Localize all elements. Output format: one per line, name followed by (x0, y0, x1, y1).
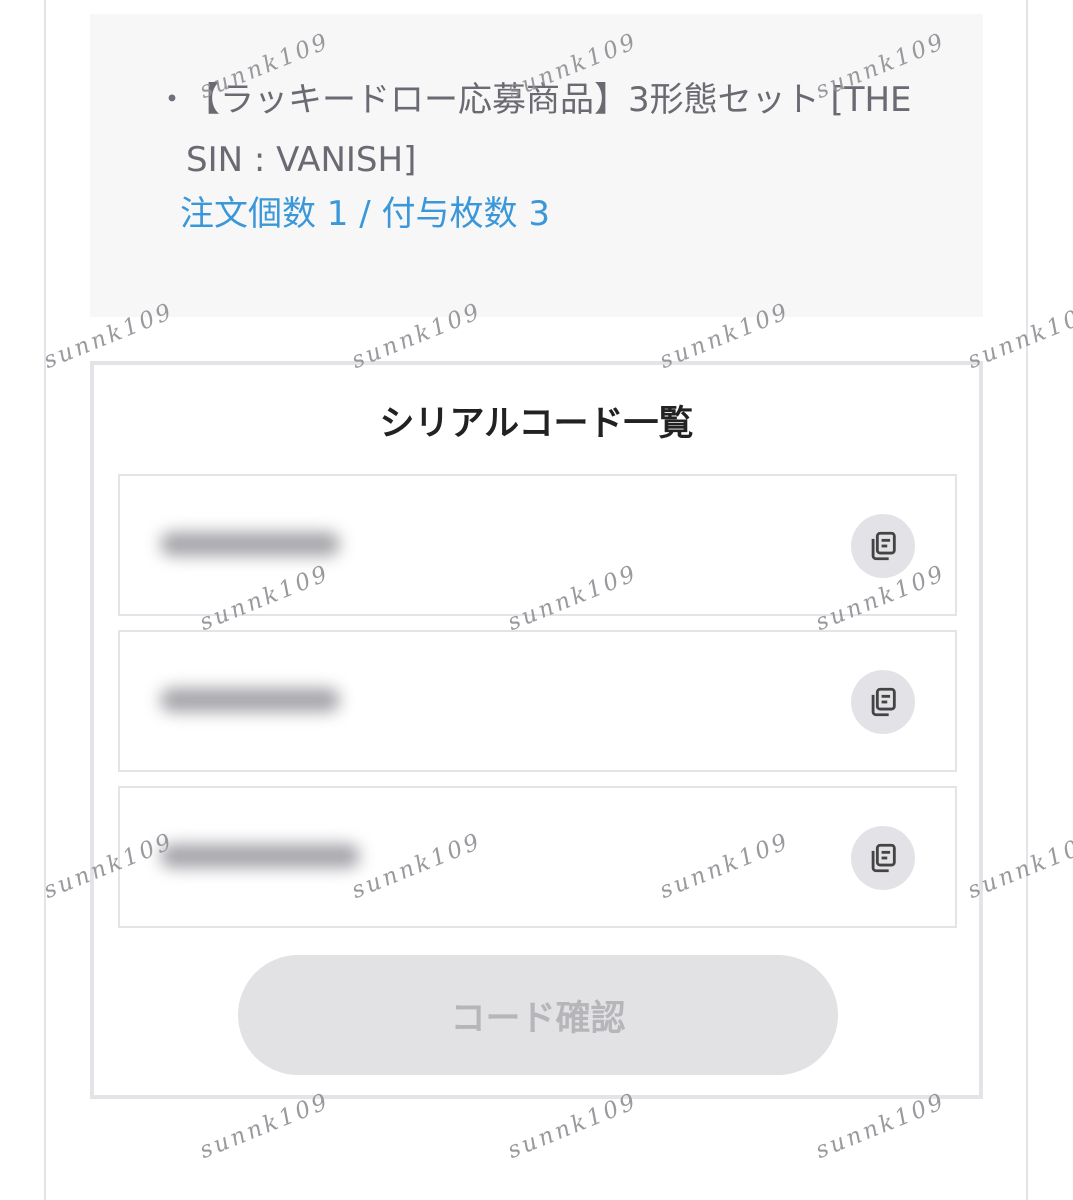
product-summary: ・ 【ラッキードロー応募商品】3形態セット [THE SIN : VANISH]… (90, 14, 983, 317)
copy-icon (871, 687, 896, 717)
serial-code-panel: シリアルコード一覧 コード確認 (90, 361, 983, 1099)
watermark: sunnk109 (196, 1088, 334, 1165)
serial-code-row (118, 786, 957, 928)
serial-code-value (160, 844, 360, 868)
product-name: 【ラッキードロー応募商品】3形態セット [THE SIN : VANISH] (186, 80, 912, 180)
order-info: 注文個数 1 / 付与枚数 3 (180, 194, 550, 234)
copy-icon (871, 843, 896, 873)
watermark: sunnk109 (504, 1088, 642, 1165)
code-confirm-button[interactable]: コード確認 (238, 955, 838, 1075)
copy-icon (871, 531, 896, 561)
left-divider (44, 0, 46, 1200)
serial-code-row (118, 474, 957, 616)
page: ・ 【ラッキードロー応募商品】3形態セット [THE SIN : VANISH]… (0, 0, 1073, 1200)
copy-button[interactable] (851, 826, 915, 890)
serial-code-row (118, 630, 957, 772)
copy-button[interactable] (851, 670, 915, 734)
watermark: sunnk109 (812, 1088, 950, 1165)
list-bullet: ・ (156, 80, 189, 118)
copy-button[interactable] (851, 514, 915, 578)
serial-code-value (160, 532, 340, 556)
right-divider (1026, 0, 1028, 1200)
serial-code-title: シリアルコード一覧 (379, 404, 694, 444)
serial-code-value (160, 688, 340, 712)
